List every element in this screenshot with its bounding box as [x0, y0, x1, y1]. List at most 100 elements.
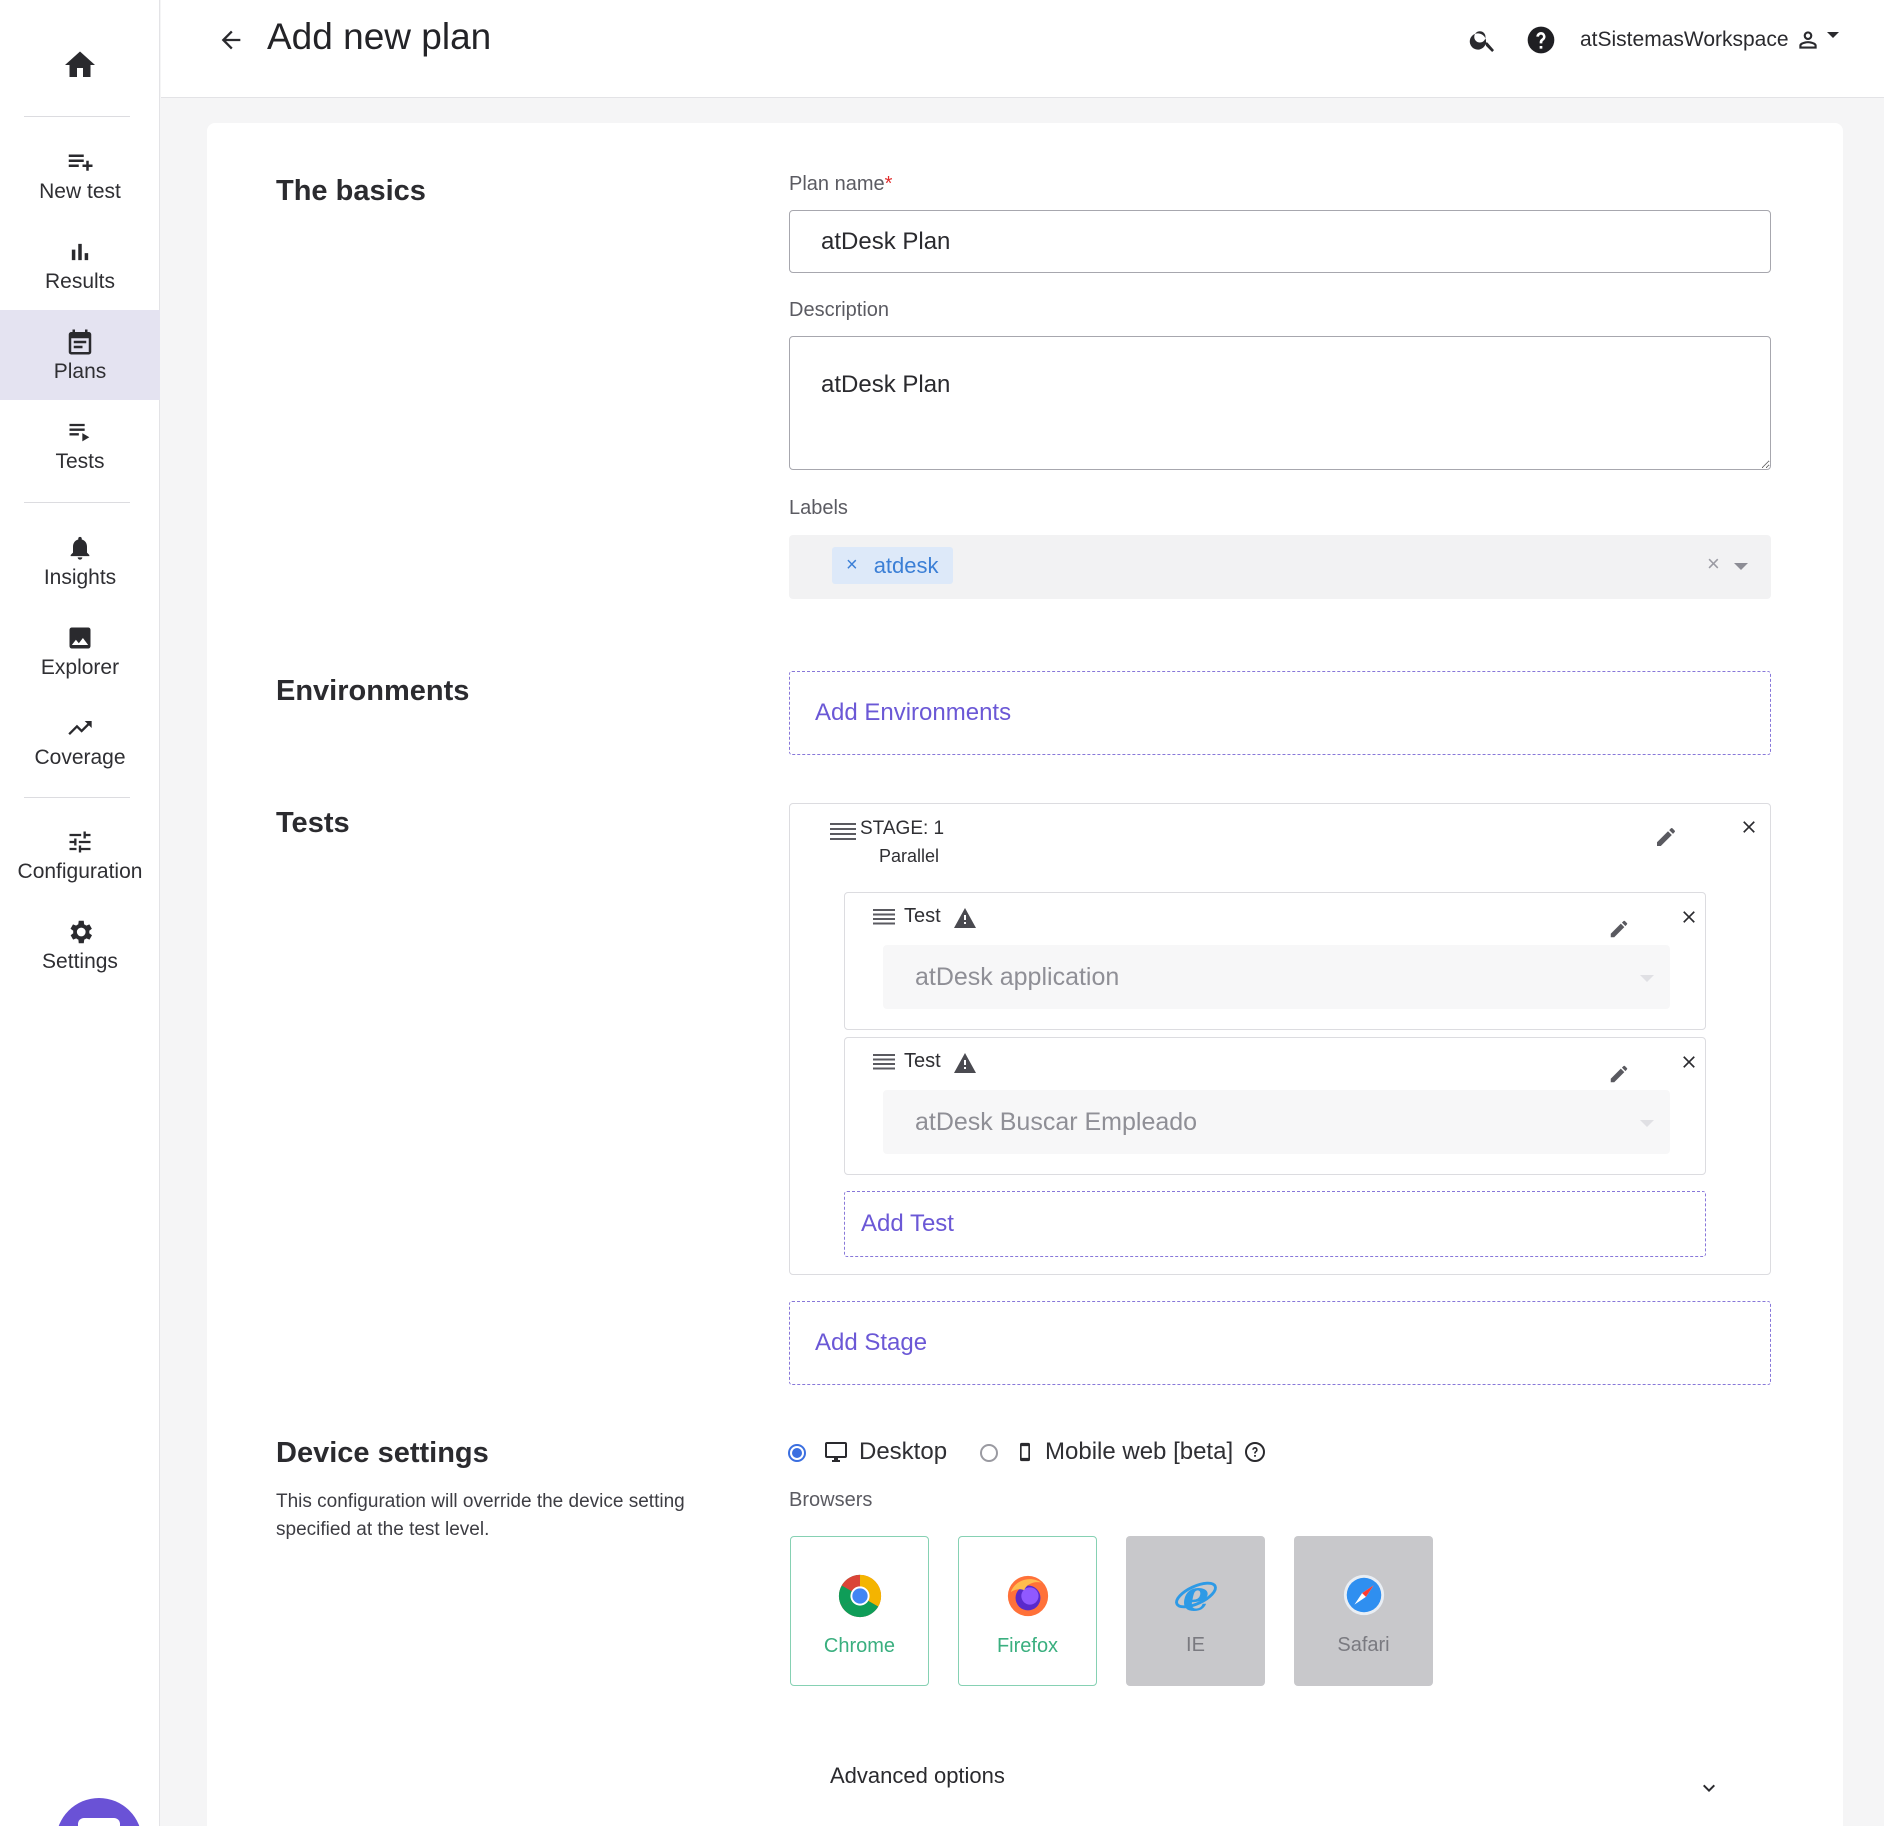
dropdown-caret-icon [1640, 975, 1654, 982]
stage-title: STAGE: 1 [860, 818, 945, 839]
plan-form-card: The basics Plan name* Description atDesk… [207, 123, 1843, 1826]
user-icon [1798, 31, 1817, 49]
home-button[interactable] [0, 30, 160, 100]
back-button[interactable] [211, 20, 251, 60]
help-button[interactable] [1521, 20, 1561, 60]
drag-handle-icon[interactable] [830, 820, 856, 844]
labels-label: Labels [789, 497, 848, 519]
test-label: Test [904, 1050, 941, 1072]
tune-icon [66, 826, 94, 858]
remove-test-button[interactable] [1675, 1048, 1703, 1076]
sidebar-item-configuration[interactable]: Configuration [0, 810, 160, 900]
edit-test-button[interactable] [1605, 1060, 1633, 1088]
sidebar-divider [24, 116, 130, 117]
browser-ie[interactable]: e IE [1126, 1536, 1265, 1686]
workspace-name: atSistemasWorkspace [1580, 28, 1789, 51]
playlist-add-icon [65, 146, 95, 178]
mobile-web-label: Mobile web [beta] [1045, 1438, 1234, 1465]
calendar-icon [65, 326, 95, 358]
remove-chip-icon[interactable]: × [846, 554, 858, 577]
search-button[interactable] [1463, 20, 1503, 60]
test-item: Test atDesk application [844, 892, 1706, 1030]
sidebar-item-coverage[interactable]: Coverage [0, 696, 160, 786]
sidebar-item-label: New test [39, 180, 121, 203]
dropdown-caret-icon[interactable] [1734, 563, 1748, 570]
sidebar-item-insights[interactable]: Insights [0, 516, 160, 606]
sidebar-item-new-test[interactable]: New test [0, 130, 160, 220]
sidebar-item-tests[interactable]: Tests [0, 400, 160, 490]
sidebar-item-results[interactable]: Results [0, 220, 160, 310]
plan-name-input[interactable] [789, 210, 1771, 273]
required-mark: * [884, 173, 893, 195]
plan-name-label-text: Plan name [789, 173, 885, 195]
add-test-button[interactable]: Add Test [844, 1191, 1706, 1257]
chevron-down-icon [1703, 1784, 1715, 1792]
edit-test-button[interactable] [1605, 915, 1633, 943]
test-select-value: atDesk Buscar Empleado [915, 1107, 1198, 1136]
desktop-icon [825, 1442, 847, 1462]
page-title: Add new plan [267, 16, 492, 57]
browsers-label: Browsers [789, 1489, 873, 1511]
bar-chart-icon [66, 236, 94, 268]
description-textarea[interactable]: atDesk Plan [789, 336, 1771, 470]
pencil-icon [1610, 920, 1628, 938]
home-icon [65, 51, 95, 77]
remove-test-button[interactable] [1675, 903, 1703, 931]
labels-select[interactable]: × atdesk × [789, 535, 1771, 599]
browser-chrome[interactable]: Chrome [790, 1536, 929, 1686]
test-select[interactable]: atDesk application [883, 945, 1670, 1009]
gear-icon [65, 916, 95, 948]
close-icon [1683, 911, 1695, 923]
search-icon [1469, 31, 1494, 52]
mobile-phone-icon [1020, 1442, 1030, 1462]
sidebar-item-label: Plans [53, 360, 107, 383]
mobile-web-radio[interactable] [980, 1444, 998, 1462]
sidebar-item-label: Settings [42, 950, 118, 973]
desktop-option[interactable]: Desktop [823, 1438, 947, 1466]
bell-icon [66, 532, 94, 564]
clear-labels-icon[interactable]: × [1707, 551, 1720, 577]
browser-firefox[interactable]: Firefox [958, 1536, 1097, 1686]
pencil-icon [1657, 828, 1675, 846]
advanced-options-label: Advanced options [830, 1763, 1005, 1788]
sidebar-item-explorer[interactable]: Explorer [0, 606, 160, 696]
chat-icon [78, 1818, 120, 1826]
section-title-environments: Environments [276, 675, 470, 707]
browser-name: Firefox [996, 1635, 1059, 1657]
add-stage-button[interactable]: Add Stage [789, 1301, 1771, 1385]
plan-name-label: Plan name* [789, 173, 892, 196]
drag-handle-icon[interactable] [873, 907, 895, 927]
remove-stage-button[interactable] [1734, 812, 1764, 842]
sidebar-item-label: Tests [55, 450, 105, 473]
ie-icon: e [1174, 1572, 1217, 1618]
mobile-web-option[interactable]: Mobile web [beta] [1015, 1438, 1267, 1466]
device-settings-description: This configuration will override the dev… [276, 1491, 685, 1540]
test-select[interactable]: atDesk Buscar Empleado [883, 1090, 1670, 1154]
sidebar-item-label: Configuration [17, 860, 143, 883]
sidebar: New test Results Plans Tests Insights Ex… [0, 0, 160, 1826]
browser-name: Safari [1337, 1634, 1390, 1656]
image-icon [66, 622, 94, 654]
drag-handle-icon[interactable] [873, 1052, 895, 1072]
edit-stage-button[interactable] [1651, 822, 1681, 852]
section-title-basics: The basics [276, 175, 426, 207]
sidebar-item-label: Coverage [34, 746, 126, 769]
firefox-icon [1007, 1575, 1048, 1617]
help-icon [1527, 26, 1555, 54]
workspace-menu[interactable]: atSistemasWorkspace [1580, 27, 1839, 53]
sidebar-item-settings[interactable]: Settings [0, 900, 160, 990]
chrome-icon [838, 1574, 881, 1618]
sidebar-item-plans[interactable]: Plans [0, 310, 160, 400]
advanced-options-toggle[interactable] [1694, 1773, 1724, 1803]
add-environments-button[interactable]: Add Environments [789, 671, 1771, 755]
test-item: Test atDesk Buscar Empleado [844, 1037, 1706, 1175]
sidebar-divider [24, 797, 130, 798]
section-title-tests: Tests [276, 807, 350, 839]
stage-container: STAGE: 1 Parallel Test atDesk applicatio… [789, 803, 1771, 1275]
chat-launcher-button[interactable] [56, 1798, 142, 1826]
desktop-radio[interactable] [788, 1444, 806, 1462]
warning-icon [953, 1052, 977, 1074]
browser-safari[interactable]: Safari [1294, 1536, 1433, 1686]
sidebar-item-label: Insights [43, 566, 117, 589]
help-outline-icon[interactable] [1243, 1440, 1267, 1464]
